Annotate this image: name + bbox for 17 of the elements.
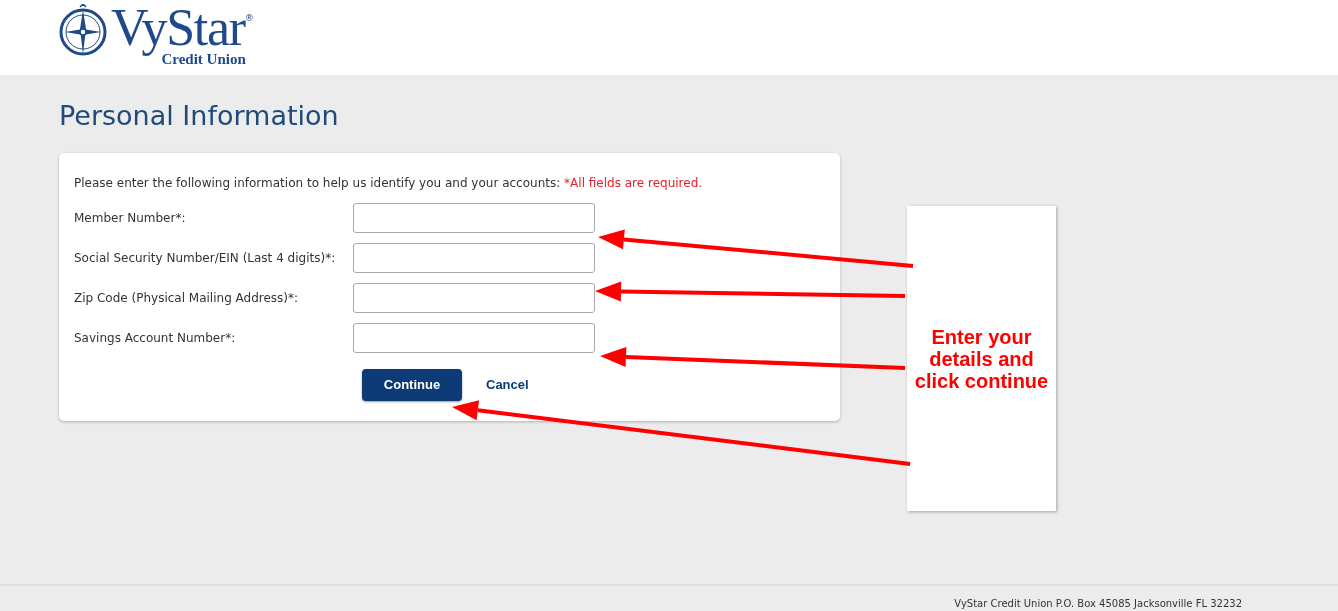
field-label: Social Security Number/EIN (Last 4 digits)*:	[74, 250, 337, 267]
input-field[interactable]	[353, 323, 595, 353]
callout-text: Enter your details and click continue	[913, 325, 1050, 392]
field-label: Member Number*:	[74, 210, 187, 227]
field-label: Zip Code (Physical Mailing Address)*:	[74, 290, 300, 307]
input-field[interactable]	[353, 243, 595, 273]
footer-address: VyStar Credit Union P.O. Box 45085 Jacksonville FL 32232	[954, 597, 1242, 611]
intro-text: Please enter the following information to help us identify you and your accounts: *All fields are required.	[74, 175, 704, 191]
continue-button[interactable]: Continue	[362, 369, 462, 401]
cancel-link[interactable]: Cancel	[486, 375, 529, 395]
input-field[interactable]	[353, 203, 595, 233]
input-field[interactable]	[353, 283, 595, 313]
logo-subtitle: Credit Union	[161, 52, 246, 66]
field-label: Savings Account Number*:	[74, 330, 237, 347]
page-title: Personal Information	[59, 99, 340, 133]
registered-mark: ®	[244, 13, 254, 23]
compass-icon	[57, 4, 109, 56]
